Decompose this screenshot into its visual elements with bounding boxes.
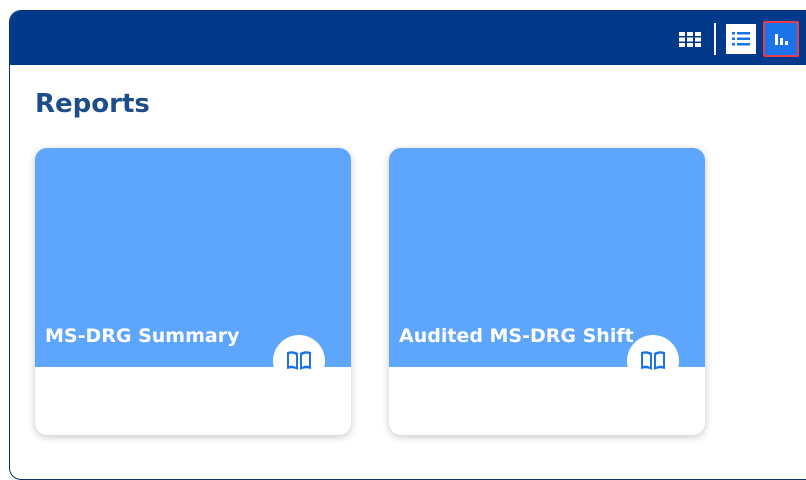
list-view-button[interactable] <box>726 24 756 54</box>
report-card-ms-drg-summary[interactable]: MS-DRG Summary <box>35 148 351 435</box>
page-title: Reports <box>35 89 150 119</box>
bar-chart-icon <box>775 34 788 45</box>
card-icon-button[interactable] <box>627 335 679 387</box>
list-icon <box>732 32 750 46</box>
header-bar <box>10 11 806 65</box>
chart-view-button[interactable] <box>763 21 799 57</box>
book-icon <box>641 351 665 370</box>
grid-icon <box>679 32 701 47</box>
grid-view-button[interactable] <box>678 27 702 51</box>
card-icon-button[interactable] <box>273 335 325 387</box>
view-separator <box>714 23 716 55</box>
book-icon <box>287 351 311 370</box>
report-card-audited-ms-drg-shift[interactable]: Audited MS-DRG Shift <box>389 148 705 435</box>
card-title: MS-DRG Summary <box>45 325 240 347</box>
app-frame: Reports MS-DRG Summary Audited MS-DRG Sh… <box>9 10 806 480</box>
card-title: Audited MS-DRG Shift <box>399 325 634 347</box>
